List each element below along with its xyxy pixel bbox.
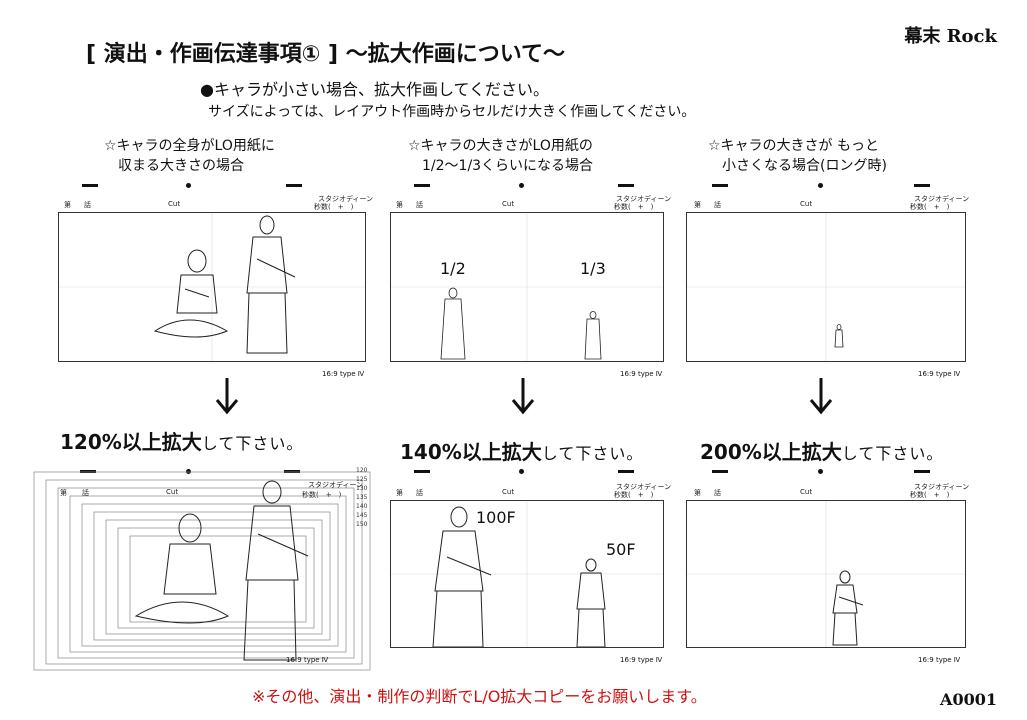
center-peg-dot	[519, 469, 524, 474]
center-peg-dot	[818, 469, 823, 474]
sheet-cut-label: Cut	[502, 200, 515, 208]
sheet-cut-label: Cut	[800, 200, 813, 208]
sheet-no-label: 第	[694, 201, 701, 209]
sheet-seconds-label: 秒数( + )	[910, 491, 950, 499]
brand-logo-text: 幕末 Rock	[904, 26, 997, 47]
sheet-episode-label: 話	[714, 201, 721, 209]
instruction-value: 200%以上拡大	[700, 440, 842, 464]
sheet-type-label: 16:9 type Ⅳ	[918, 656, 961, 664]
peg-mark	[286, 184, 302, 187]
peg-mark	[82, 184, 98, 187]
sheet-no-label: 第	[64, 201, 71, 209]
sheet-episode-label: 話	[714, 489, 721, 497]
caption-case-3: ☆キャラの大きさが もっと 小さくなる場合(ロング時)	[708, 138, 887, 174]
scale-value: 145	[356, 512, 368, 519]
peg-mark	[414, 184, 430, 187]
character-art-enlarged-small	[687, 501, 965, 647]
sheet-type-label: 16:9 type Ⅳ	[620, 656, 663, 664]
fraction-half: 1/2	[440, 259, 466, 278]
character-art-full	[59, 213, 365, 361]
sheet-type-label: 16:9 type Ⅳ	[322, 370, 365, 378]
scale-value: 130	[356, 485, 368, 492]
center-peg-dot	[186, 183, 191, 188]
sheet-cut-label: Cut	[502, 488, 515, 496]
peg-mark	[914, 184, 930, 187]
scale-value: 120	[356, 467, 368, 474]
sheet-frame	[390, 212, 664, 362]
peg-mark	[712, 184, 728, 187]
frame-count-50: 50F	[606, 540, 636, 559]
instruction-value: 140%以上拡大	[400, 440, 542, 464]
peg-mark	[414, 470, 430, 473]
down-arrow-icon	[215, 378, 239, 415]
peg-mark	[712, 470, 728, 473]
scale-values: 120 125 130 135 140 145 150	[356, 466, 367, 529]
scale-frames-diagram	[33, 471, 371, 671]
scale-value: 150	[356, 521, 368, 528]
instruction-suffix: して下さい。	[841, 444, 944, 463]
peg-mark	[914, 470, 930, 473]
scale-value: 140	[356, 503, 368, 510]
sheet-episode-label: 話	[84, 201, 91, 209]
instruction-case-3: 200%以上拡大して下さい。	[700, 436, 943, 465]
sheet-cut-label: Cut	[800, 488, 813, 496]
page-id: A0001	[940, 690, 997, 709]
character-art-enlarged	[391, 501, 663, 647]
center-peg-dot	[519, 183, 524, 188]
sheet-episode-label: 話	[416, 201, 423, 209]
sheet-no-label: 第	[396, 201, 403, 209]
caption-case-2: ☆キャラの大きさがLO用紙の 1/2〜1/3くらいになる場合	[408, 138, 594, 174]
sheet-frame	[686, 500, 966, 648]
frame-count-100: 100F	[476, 508, 516, 527]
instruction-value: 120%以上拡大	[60, 430, 202, 454]
sheet-seconds-label: 秒数( + )	[314, 203, 354, 211]
sheet-seconds-label: 秒数( + )	[910, 203, 950, 211]
page-title: [ 演出・作画伝達事項① ] 〜拡大作画について〜	[86, 42, 566, 67]
character-art-small	[391, 213, 663, 361]
peg-mark	[618, 470, 634, 473]
sheet-type-label: 16:9 type Ⅳ	[286, 656, 329, 664]
sheet-frame	[686, 212, 966, 362]
character-art-tiny	[687, 213, 965, 361]
scale-value: 125	[356, 476, 368, 483]
sheet-episode-label: 話	[416, 489, 423, 497]
instruction-suffix: して下さい。	[541, 444, 644, 463]
intro-line-2: サイズによっては、レイアウト作画時からセルだけ大きく作画してください。	[208, 104, 696, 120]
scale-value: 135	[356, 494, 368, 501]
fraction-third: 1/3	[580, 259, 606, 278]
sheet-frame	[390, 500, 664, 648]
sheet-cut-label: Cut	[168, 200, 181, 208]
intro-line-1: ●キャラが小さい場合、拡大作画してください。	[200, 80, 550, 99]
sheet-no-label: 第	[396, 489, 403, 497]
sheet-seconds-label: 秒数( + )	[614, 203, 654, 211]
peg-mark	[618, 184, 634, 187]
instruction-suffix: して下さい。	[201, 434, 304, 453]
sheet-seconds-label: 秒数( + )	[614, 491, 654, 499]
instruction-case-1: 120%以上拡大して下さい。	[60, 426, 303, 455]
instruction-case-2: 140%以上拡大して下さい。	[400, 436, 643, 465]
sheet-type-label: 16:9 type Ⅳ	[918, 370, 961, 378]
down-arrow-icon	[809, 378, 833, 415]
down-arrow-icon	[511, 378, 535, 415]
sheet-no-label: 第	[694, 489, 701, 497]
sheet-frame	[58, 212, 366, 362]
sheet-type-label: 16:9 type Ⅳ	[620, 370, 663, 378]
footer-note: ※その他、演出・制作の判断でL/O拡大コピーをお願いします。	[252, 687, 707, 706]
caption-case-1: ☆キャラの全身がLO用紙に 収まる大きさの場合	[104, 138, 275, 174]
center-peg-dot	[818, 183, 823, 188]
